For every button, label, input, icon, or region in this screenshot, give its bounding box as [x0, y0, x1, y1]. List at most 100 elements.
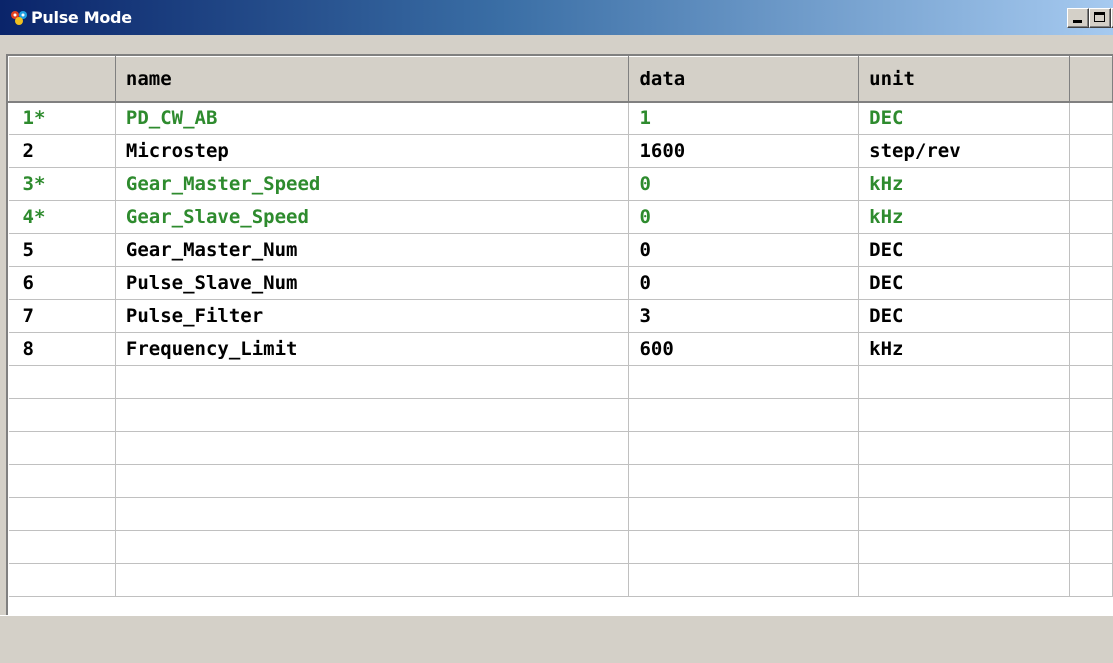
empty-cell[interactable]	[628, 530, 860, 564]
row-data[interactable]: 3	[628, 299, 860, 333]
empty-cell	[858, 530, 1070, 564]
app-icon	[11, 11, 27, 25]
empty-cell[interactable]	[628, 431, 860, 465]
row-extra	[1069, 233, 1113, 267]
table-row[interactable]: 5 Gear_Master_Num 0 DEC	[8, 233, 1113, 267]
empty-cell[interactable]	[628, 497, 860, 531]
empty-cell	[8, 398, 116, 432]
grid-body: 1* PD_CW_AB 1 DEC 2 Microstep 1600 step/…	[8, 101, 1113, 597]
row-index: 1*	[8, 101, 116, 135]
row-unit: step/rev	[858, 134, 1070, 168]
grid-header-row: name data unit	[8, 56, 1113, 103]
empty-cell	[8, 464, 116, 498]
table-row[interactable]: 3* Gear_Master_Speed 0 kHz	[8, 167, 1113, 201]
empty-cell[interactable]	[115, 398, 630, 432]
row-data[interactable]: 0	[628, 200, 860, 234]
empty-row[interactable]	[8, 398, 1113, 432]
empty-row[interactable]	[8, 563, 1113, 597]
row-name[interactable]: Pulse_Filter	[115, 299, 630, 333]
parameter-grid[interactable]: name data unit 1* PD_CW_AB 1 DEC 2 Micro…	[8, 56, 1113, 597]
row-data[interactable]: 0	[628, 266, 860, 300]
empty-cell[interactable]	[628, 464, 860, 498]
row-index: 5	[8, 233, 116, 267]
window-title: Pulse Mode	[31, 8, 132, 27]
title-bar[interactable]: Pulse Mode ✕	[0, 0, 1113, 35]
empty-cell	[1069, 563, 1113, 597]
row-unit: DEC	[858, 233, 1070, 267]
row-data[interactable]: 0	[628, 233, 860, 267]
row-data[interactable]: 600	[628, 332, 860, 366]
empty-cell[interactable]	[628, 563, 860, 597]
empty-cell[interactable]	[115, 365, 630, 399]
empty-cell[interactable]	[628, 365, 860, 399]
row-name[interactable]: Microstep	[115, 134, 630, 168]
header-extra[interactable]	[1069, 56, 1113, 103]
row-name[interactable]: Gear_Master_Num	[115, 233, 630, 267]
row-index: 3*	[8, 167, 116, 201]
empty-row[interactable]	[8, 464, 1113, 498]
empty-cell[interactable]	[115, 497, 630, 531]
row-unit: kHz	[858, 332, 1070, 366]
row-index: 8	[8, 332, 116, 366]
row-extra	[1069, 200, 1113, 234]
row-unit: kHz	[858, 200, 1070, 234]
table-row[interactable]: 6 Pulse_Slave_Num 0 DEC	[8, 266, 1113, 300]
header-name[interactable]: name	[114, 56, 630, 103]
empty-cell	[1069, 398, 1113, 432]
empty-cell	[858, 464, 1070, 498]
empty-cell	[858, 563, 1070, 597]
maximize-button[interactable]	[1089, 8, 1111, 28]
window-menu-gap	[0, 35, 1113, 54]
empty-cell[interactable]	[115, 464, 630, 498]
empty-cell[interactable]	[628, 398, 860, 432]
table-row[interactable]: 1* PD_CW_AB 1 DEC	[8, 101, 1113, 135]
row-extra	[1069, 167, 1113, 201]
empty-cell	[8, 530, 116, 564]
row-name[interactable]: Gear_Slave_Speed	[115, 200, 630, 234]
empty-row[interactable]	[8, 431, 1113, 465]
table-row[interactable]: 8 Frequency_Limit 600 kHz	[8, 332, 1113, 366]
row-name[interactable]: Pulse_Slave_Num	[115, 266, 630, 300]
empty-cell	[8, 365, 116, 399]
header-index[interactable]	[8, 56, 116, 103]
header-data[interactable]: data	[628, 56, 860, 103]
row-name[interactable]: PD_CW_AB	[115, 101, 630, 135]
header-unit[interactable]: unit	[858, 56, 1070, 103]
maximize-icon	[1094, 12, 1105, 22]
minimize-button[interactable]	[1067, 8, 1089, 28]
empty-cell	[858, 431, 1070, 465]
status-bar	[0, 615, 1113, 663]
empty-cell[interactable]	[115, 563, 630, 597]
empty-cell	[1069, 431, 1113, 465]
row-name[interactable]: Gear_Master_Speed	[115, 167, 630, 201]
row-extra	[1069, 332, 1113, 366]
row-data[interactable]: 0	[628, 167, 860, 201]
row-unit: DEC	[858, 299, 1070, 333]
row-data[interactable]: 1600	[628, 134, 860, 168]
row-name[interactable]: Frequency_Limit	[115, 332, 630, 366]
row-unit: kHz	[858, 167, 1070, 201]
empty-cell	[1069, 530, 1113, 564]
table-row[interactable]: 7 Pulse_Filter 3 DEC	[8, 299, 1113, 333]
empty-cell	[1069, 365, 1113, 399]
empty-cell	[858, 365, 1070, 399]
row-index: 2	[8, 134, 116, 168]
empty-cell	[8, 431, 116, 465]
empty-cell	[858, 398, 1070, 432]
table-row[interactable]: 4* Gear_Slave_Speed 0 kHz	[8, 200, 1113, 234]
row-index: 6	[8, 266, 116, 300]
table-row[interactable]: 2 Microstep 1600 step/rev	[8, 134, 1113, 168]
row-extra	[1069, 266, 1113, 300]
empty-cell	[858, 497, 1070, 531]
empty-cell[interactable]	[115, 530, 630, 564]
empty-cell	[1069, 497, 1113, 531]
empty-row[interactable]	[8, 365, 1113, 399]
row-index: 4*	[8, 200, 116, 234]
empty-row[interactable]	[8, 497, 1113, 531]
empty-cell	[8, 563, 116, 597]
empty-cell[interactable]	[115, 431, 630, 465]
row-data[interactable]: 1	[628, 101, 860, 135]
row-extra	[1069, 134, 1113, 168]
minimize-icon	[1073, 20, 1082, 23]
empty-row[interactable]	[8, 530, 1113, 564]
